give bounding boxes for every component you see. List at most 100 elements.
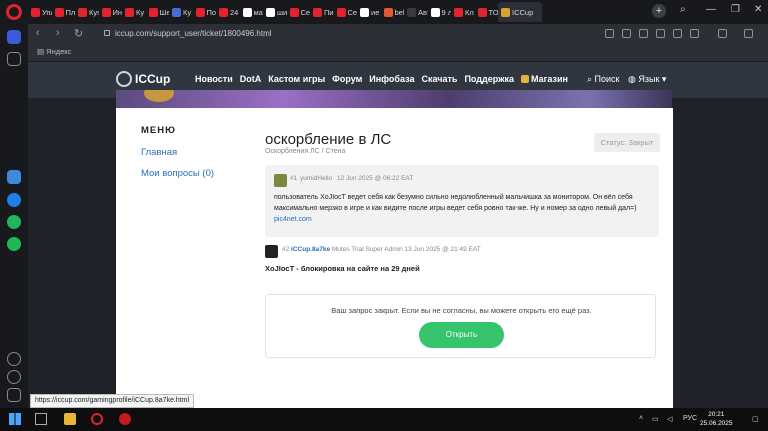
language-dropdown[interactable]: ◍ Язык ▾ — [628, 74, 666, 85]
message-text: пользователь XoJIocT ведет себя как безу… — [274, 194, 637, 212]
search-label: Поиск — [594, 74, 620, 84]
camera-icon[interactable] — [622, 29, 631, 38]
browser-tab[interactable]: ши — [263, 2, 287, 22]
input-language[interactable]: РУС — [683, 415, 697, 422]
wallet-icon[interactable] — [690, 29, 699, 38]
network-icon[interactable]: ▭ — [652, 415, 659, 423]
browser-tab[interactable]: ма — [240, 2, 264, 22]
volume-icon[interactable]: ◁ — [667, 415, 672, 423]
opera-taskbar-icon[interactable] — [91, 413, 103, 425]
tab-label: Упл — [42, 7, 52, 17]
browser-tab[interactable]: Ку — [122, 2, 146, 22]
task-view-icon[interactable] — [35, 413, 47, 425]
tab-favicon-icon — [313, 7, 322, 17]
game-app-taskbar-icon[interactable] — [119, 413, 131, 425]
snapshot-icon[interactable] — [605, 29, 614, 38]
tab-favicon-icon — [148, 7, 158, 17]
forward-icon[interactable]: › — [56, 27, 60, 39]
search-tabs-icon[interactable]: ⌕ — [680, 4, 686, 15]
download-icon[interactable] — [673, 29, 682, 38]
browser-tab[interactable]: ТО — [475, 2, 498, 22]
admin-avatar[interactable] — [265, 245, 278, 258]
message-author-link[interactable]: yumidHello — [300, 175, 332, 182]
menu-my-questions-link[interactable]: Мои вопросы (0) — [141, 168, 214, 179]
reload-icon[interactable]: ↻ — [74, 27, 83, 40]
url-field[interactable]: iccup.com/support_user/ticket/1800496.ht… — [104, 27, 272, 41]
nav-dota[interactable]: DotA — [240, 74, 262, 84]
iccup-logo-icon — [116, 71, 132, 87]
profile-icon[interactable] — [744, 29, 753, 38]
message-link[interactable]: pic4net.com — [274, 216, 312, 223]
nav-shop-label: Магазин — [531, 74, 568, 84]
tab-favicon-icon — [289, 7, 299, 17]
browser-tab[interactable]: 24 — [216, 2, 240, 22]
browser-tab[interactable]: Ин — [99, 2, 122, 22]
extensions-icon[interactable] — [718, 29, 727, 38]
tab-favicon-icon — [454, 7, 463, 17]
reopen-ticket-button[interactable]: Открыть — [419, 322, 504, 348]
tab-favicon-icon — [266, 7, 275, 17]
favorites-heart-icon[interactable] — [7, 352, 21, 366]
settings-icon[interactable] — [7, 388, 21, 402]
tray-chevron-icon[interactable]: ˄ — [639, 415, 643, 422]
notifications-icon[interactable]: ▢ — [752, 415, 759, 423]
chevron-down-icon: ▾ — [659, 74, 667, 84]
browser-tab[interactable]: Кл — [451, 2, 475, 22]
close-icon[interactable]: ✕ — [754, 4, 762, 15]
browser-tab[interactable]: Пл — [52, 2, 75, 22]
nav-infobase[interactable]: Инфобаза — [369, 74, 414, 84]
minimize-icon[interactable]: — — [706, 4, 716, 15]
tab-favicon-icon — [430, 7, 440, 17]
vpn-icon[interactable] — [639, 29, 648, 38]
browser-tab[interactable]: Ку — [169, 2, 193, 22]
browser-tab[interactable]: ие — [357, 2, 381, 22]
windows-start-icon[interactable] — [9, 413, 21, 425]
spotify-icon[interactable] — [7, 237, 21, 251]
new-tab-button[interactable]: + — [652, 4, 666, 18]
browser-tab[interactable]: По — [193, 2, 216, 22]
nav-forum[interactable]: Форум — [332, 74, 362, 84]
taskbar-clock[interactable]: 20:21 25.06.2025 — [700, 410, 733, 428]
avatar[interactable] — [274, 174, 287, 187]
browser-tab[interactable]: Ше — [146, 2, 169, 22]
tab-label: Авт — [418, 7, 428, 17]
opera-menu-icon[interactable] — [6, 4, 22, 20]
maximize-icon[interactable]: ❐ — [731, 4, 740, 15]
shop-icon — [521, 75, 529, 83]
back-icon[interactable]: ‹ — [36, 27, 40, 39]
browser-tab[interactable]: bel — [381, 2, 404, 22]
bookmarks-bar: ▤ Яндекс — [28, 44, 768, 62]
active-browser-tab[interactable]: ICCup — [498, 2, 542, 22]
nav-news[interactable]: Новости — [195, 74, 233, 84]
browser-tab[interactable]: Куп — [75, 2, 99, 22]
browser-tab[interactable]: Пи — [310, 2, 334, 22]
browser-tab[interactable]: Се — [287, 2, 310, 22]
browser-tab[interactable]: Се — [334, 2, 357, 22]
reply-author-link[interactable]: iCCup.8a7ke — [291, 246, 330, 253]
whatsapp-icon[interactable] — [7, 215, 21, 229]
bookmark-star-icon[interactable] — [656, 29, 665, 38]
messenger-icon[interactable] — [7, 193, 21, 207]
home-icon[interactable] — [7, 30, 21, 44]
nav-support[interactable]: Поддержка — [464, 74, 514, 84]
browser-tab[interactable]: 9 л — [428, 2, 451, 22]
menu-home-link[interactable]: Главная — [141, 147, 177, 158]
main-nav: Новости DotA Кастом игры Форум Инфобаза … — [195, 74, 582, 84]
browser-tab[interactable]: Авт — [404, 2, 428, 22]
site-search-button[interactable]: ⌕ Поиск — [587, 74, 620, 85]
nav-shop[interactable]: Магазин — [521, 74, 575, 84]
bookmark-yandex[interactable]: ▤ Яндекс — [37, 47, 71, 56]
tab-favicon-icon — [172, 7, 181, 17]
ticket-message: #1 yumidHello 12 Jun 2025 @ 06:22 EAT по… — [265, 165, 659, 237]
nav-download[interactable]: Скачать — [421, 74, 457, 84]
file-explorer-icon[interactable] — [64, 413, 76, 425]
speed-dial-icon[interactable] — [7, 52, 21, 66]
clock-date: 25.06.2025 — [700, 420, 733, 427]
app-store-icon[interactable] — [7, 170, 21, 184]
history-icon[interactable] — [7, 370, 21, 384]
globe-icon: ◍ — [628, 74, 639, 84]
browser-tab[interactable]: Упл — [28, 2, 52, 22]
site-logo[interactable]: ICCup — [116, 71, 170, 87]
message-date: 12 Jun 2025 @ 06:22 EAT — [337, 175, 414, 182]
nav-custom-games[interactable]: Кастом игры — [268, 74, 325, 84]
